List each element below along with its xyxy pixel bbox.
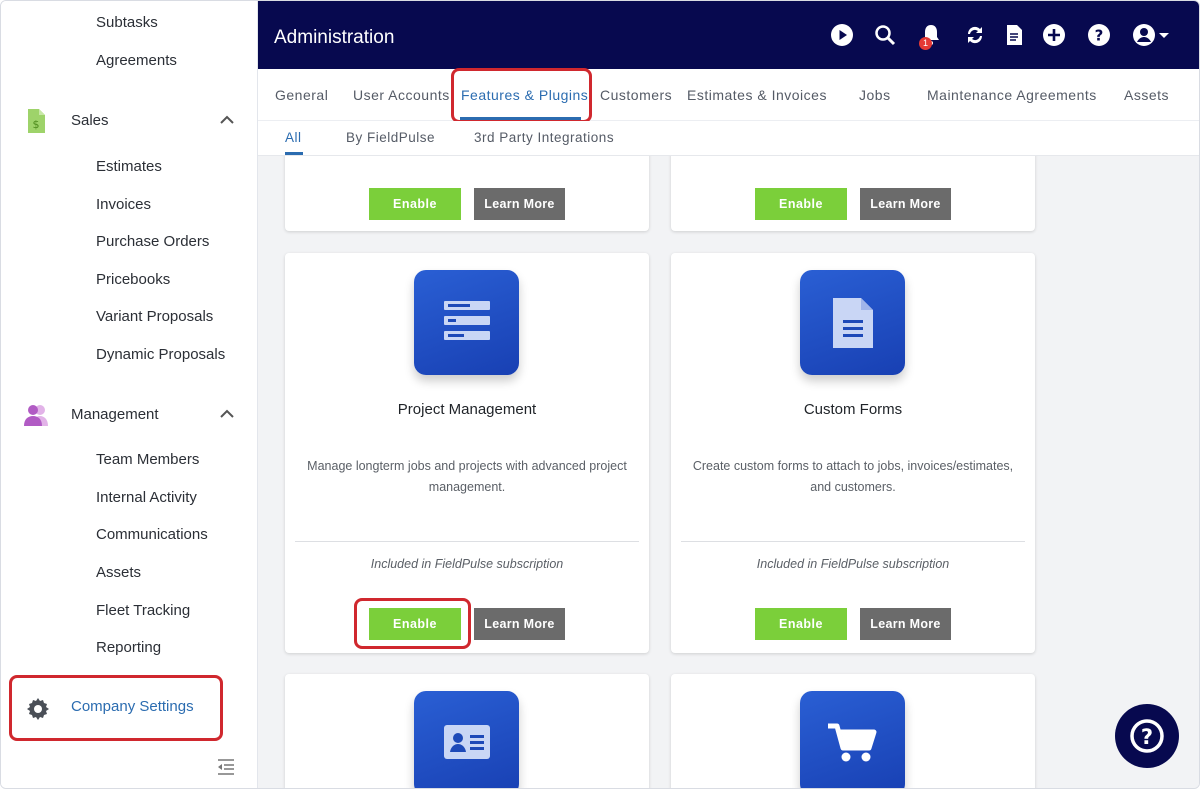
svg-text:?: ? xyxy=(1095,27,1104,45)
subtab-3rd-party-integrations[interactable]: 3rd Party Integrations xyxy=(474,130,614,145)
divider xyxy=(681,541,1025,542)
tab-maintenance-agreements[interactable]: Maintenance Agreements xyxy=(927,87,1097,103)
sidebar-item-internal-activity[interactable]: Internal Activity xyxy=(96,489,197,506)
sidebar-item-team-members[interactable]: Team Members xyxy=(96,451,199,468)
plugin-card: Enable Learn More xyxy=(285,156,649,231)
top-bar: Administration 1 ? xyxy=(258,1,1199,69)
sidebar-item-dynamic-proposals[interactable]: Dynamic Proposals xyxy=(96,346,225,363)
plugins-grid: Enable Learn More Enable Learn More Proj… xyxy=(258,156,1199,788)
chevron-up-icon[interactable] xyxy=(219,112,235,128)
sales-document-icon: $ xyxy=(28,109,45,133)
subtab-by-fieldpulse[interactable]: By FieldPulse xyxy=(346,130,435,145)
card-description: Create custom forms to attach to jobs, i… xyxy=(692,459,1014,494)
sync-icon[interactable] xyxy=(963,23,987,47)
tab-user-accounts[interactable]: User Accounts xyxy=(353,87,450,103)
svg-text:$: $ xyxy=(33,118,40,131)
form-document-icon xyxy=(800,270,905,375)
sidebar-item-purchase-orders[interactable]: Purchase Orders xyxy=(96,233,209,250)
sidebar-item-estimates[interactable]: Estimates xyxy=(96,158,162,175)
help-chat-button[interactable]: ? xyxy=(1115,704,1179,768)
play-icon[interactable] xyxy=(830,23,854,47)
cart-icon xyxy=(800,691,905,788)
chevron-up-icon[interactable] xyxy=(219,406,235,422)
subscription-note: Included in FieldPulse subscription xyxy=(370,557,564,571)
sidebar-item-company-settings[interactable]: Company Settings xyxy=(9,675,223,741)
sidebar-item-assets[interactable]: Assets xyxy=(96,564,141,581)
sidebar-item-invoices[interactable]: Invoices xyxy=(96,196,151,213)
sidebar-group-sales[interactable]: $ Sales xyxy=(1,100,258,140)
sidebar-item-subtasks[interactable]: Subtasks xyxy=(96,14,158,31)
card-title: Project Management xyxy=(397,401,537,418)
learn-more-button[interactable]: Learn More xyxy=(474,188,565,220)
sidebar-group-management[interactable]: Management xyxy=(1,394,258,434)
sidebar-item-reporting[interactable]: Reporting xyxy=(96,639,161,656)
highlight-annotation xyxy=(451,68,592,123)
subscription-note: Included in FieldPulse subscription xyxy=(756,557,950,571)
sidebar-group-label: Management xyxy=(71,405,159,423)
tab-estimates-invoices[interactable]: Estimates & Invoices xyxy=(687,87,827,103)
contact-card-icon xyxy=(414,691,519,788)
user-account-icon[interactable] xyxy=(1132,23,1172,47)
sub-tabs: All By FieldPulse 3rd Party Integrations xyxy=(258,121,1199,156)
notification-badge: 1 xyxy=(919,37,932,50)
add-icon[interactable] xyxy=(1042,23,1066,47)
active-subtab-indicator xyxy=(285,152,303,155)
help-icon: ? xyxy=(1130,719,1164,753)
learn-more-button[interactable]: Learn More xyxy=(860,608,951,640)
card-title: Custom Forms xyxy=(803,401,903,418)
plugin-card: Enable Learn More xyxy=(671,156,1035,231)
tab-general[interactable]: General xyxy=(275,87,328,103)
sidebar-group-label: Sales xyxy=(71,111,109,129)
card-description: Manage longterm jobs and projects with a… xyxy=(307,459,627,494)
main-tabs: General User Accounts Features & Plugins… xyxy=(258,68,1199,123)
subtab-all[interactable]: All xyxy=(285,130,302,145)
learn-more-button[interactable]: Learn More xyxy=(474,608,565,640)
document-icon[interactable] xyxy=(1002,23,1026,47)
tab-assets[interactable]: Assets xyxy=(1124,87,1169,103)
sidebar-item-fleet-tracking[interactable]: Fleet Tracking xyxy=(96,602,190,619)
tab-jobs[interactable]: Jobs xyxy=(859,87,891,103)
list-icon xyxy=(414,270,519,375)
sidebar-item-communications[interactable]: Communications xyxy=(96,526,208,543)
company-settings-label: Company Settings xyxy=(71,698,194,715)
learn-more-button[interactable]: Learn More xyxy=(860,188,951,220)
enable-button[interactable]: Enable xyxy=(755,608,847,640)
help-icon[interactable]: ? xyxy=(1087,23,1111,47)
sidebar-item-pricebooks[interactable]: Pricebooks xyxy=(96,271,170,288)
sidebar-item-variant-proposals[interactable]: Variant Proposals xyxy=(96,308,213,325)
page-title: Administration xyxy=(274,27,395,48)
plugin-card xyxy=(285,674,649,788)
app-window: Subtasks Agreements $ Sales Estimates In… xyxy=(0,0,1200,789)
enable-button[interactable]: Enable xyxy=(755,188,847,220)
sidebar: Subtasks Agreements $ Sales Estimates In… xyxy=(1,1,258,788)
collapse-sidebar-icon[interactable] xyxy=(216,758,236,776)
highlight-annotation xyxy=(354,598,471,649)
enable-button[interactable]: Enable xyxy=(369,188,461,220)
svg-text:?: ? xyxy=(1141,725,1153,749)
divider xyxy=(295,541,639,542)
gear-icon xyxy=(27,698,49,720)
plugin-card xyxy=(671,674,1035,788)
search-icon[interactable] xyxy=(873,23,897,47)
plugin-card-custom-forms: Custom Forms Create custom forms to atta… xyxy=(671,253,1035,653)
tab-customers[interactable]: Customers xyxy=(600,87,672,103)
plugin-card-project-management: Project Management Manage longterm jobs … xyxy=(285,253,649,653)
people-icon xyxy=(24,405,48,426)
sidebar-item-agreements[interactable]: Agreements xyxy=(96,52,177,69)
